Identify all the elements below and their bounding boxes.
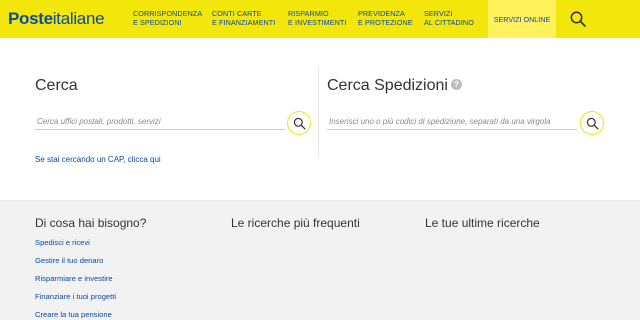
cap-search-link[interactable]: Se stai cercando un CAP, clicca qui: [35, 155, 161, 164]
frequent-searches-title: Le ricerche più frequenti: [231, 216, 360, 230]
search-icon[interactable]: [569, 10, 587, 28]
nav-previdenza[interactable]: Previdenza e protezione: [358, 9, 413, 27]
nav-label-line2: e finanziamenti: [212, 18, 276, 27]
shipments-title: Cerca Spedizioni: [327, 77, 448, 94]
search-button[interactable]: [287, 111, 311, 135]
nav-label-line2: e investimenti: [288, 18, 347, 27]
search-input[interactable]: [35, 114, 285, 130]
need-link[interactable]: Spedisci e ricevi: [35, 238, 90, 247]
need-link[interactable]: Finanziare i tuoi progetti: [35, 292, 116, 301]
nav-label-line1: Risparmio: [288, 9, 329, 18]
logo-text: italiane: [52, 9, 105, 28]
magnifier-icon: [586, 117, 598, 129]
nav-label-line1: Conti carte: [212, 9, 262, 18]
needs-title: Di cosa hai bisogno?: [35, 216, 147, 230]
nav-risparmio[interactable]: Risparmio e investimenti: [288, 9, 347, 27]
info-icon[interactable]: ?: [451, 79, 462, 90]
nav-corrispondenza[interactable]: Corrispondenza e spedizioni: [133, 9, 202, 27]
shipment-code-input[interactable]: [327, 114, 577, 130]
nav-label-line2: e spedizioni: [133, 18, 182, 27]
column-divider: [318, 68, 319, 156]
search-title: Cerca: [35, 77, 78, 94]
nav-label-line1: Servizi: [424, 9, 453, 18]
nav-servizi-online[interactable]: Servizi Online: [488, 0, 556, 38]
nav-conti-carte[interactable]: Conti carte e finanziamenti: [212, 9, 275, 27]
nav-label-line2: al cittadino: [424, 18, 474, 27]
need-link[interactable]: Gestire il tuo denaro: [35, 256, 103, 265]
need-link[interactable]: Creare la tua pensione: [35, 310, 112, 319]
nav-label-line2: e protezione: [358, 18, 413, 27]
need-link[interactable]: Risparmiare e investire: [35, 274, 113, 283]
top-header: Posteitaliane Corrispondenza e spedizion…: [0, 0, 640, 38]
magnifier-icon: [293, 117, 305, 129]
recent-searches-title: Le tue ultime ricerche: [425, 216, 540, 230]
logo-bold-text: Poste: [8, 9, 53, 28]
nav-label-line1: Corrispondenza: [133, 9, 203, 18]
shipment-search-button[interactable]: [580, 111, 604, 135]
nav-label-line1: Previdenza: [358, 9, 405, 18]
poste-italiane-logo[interactable]: Posteitaliane: [8, 9, 105, 29]
nav-servizi-cittadino[interactable]: Servizi al cittadino: [424, 9, 474, 27]
